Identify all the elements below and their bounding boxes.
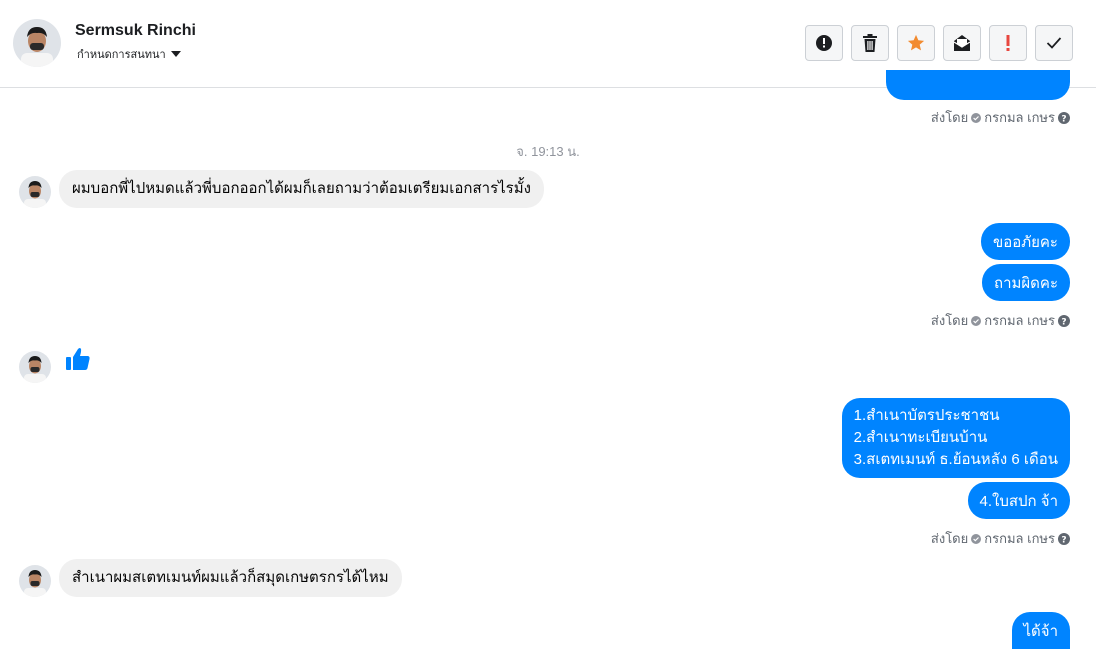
message-line: 2.สำเนาทะเบียนบ้าน: [853, 429, 988, 446]
check-icon: [1046, 37, 1062, 49]
verified-check-icon: [971, 533, 982, 544]
sender-avatar[interactable]: [19, 176, 51, 208]
alert-circle-icon: [816, 35, 832, 51]
outgoing-message-bubble[interactable]: 4.ใบสปก จ้า: [967, 482, 1070, 519]
sent-by-prefix: ส่งโดย: [930, 313, 969, 328]
action-toolbar: [805, 25, 1073, 61]
sent-by-label: ส่งโดย กรกมล เกษร ?: [931, 107, 1070, 128]
thumbs-up-icon[interactable]: [65, 346, 91, 372]
sent-by-prefix: ส่งโดย: [930, 531, 969, 546]
verified-check-icon: [971, 112, 982, 123]
star-button[interactable]: [897, 25, 935, 61]
incoming-message-bubble[interactable]: ผมบอกพี่ไปหมดแล้วพี่บอกออกได้ผมก็เลยถามว…: [59, 170, 544, 208]
mark-done-button[interactable]: [1035, 25, 1073, 61]
sent-by-name: กรกมล เกษร: [984, 531, 1055, 546]
star-icon: [907, 34, 925, 51]
svg-text:?: ?: [1061, 317, 1066, 327]
sent-by-name: กรกมล เกษร: [984, 313, 1055, 328]
outgoing-message-bubble[interactable]: ถามผิดคะ: [981, 264, 1070, 301]
outgoing-message-bubble-multiline[interactable]: 1.สำเนาบัตรประชาชน 2.สำเนาทะเบียนบ้าน 3.…: [841, 398, 1070, 478]
sent-by-prefix: ส่งโดย: [930, 110, 969, 125]
message-line: 1.สำเนาบัตรประชาชน: [853, 407, 1000, 424]
trash-icon: [863, 34, 877, 52]
help-circle-icon[interactable]: ?: [1058, 111, 1070, 124]
svg-text:?: ?: [1061, 114, 1066, 124]
caret-down-icon: [170, 51, 181, 57]
outgoing-message-bubble[interactable]: ได้จ้า: [1011, 612, 1070, 649]
mail-icon: [953, 35, 971, 51]
sent-by-label: ส่งโดย กรกมล เกษร ?: [931, 310, 1070, 331]
sent-by-label: ส่งโดย กรกมล เกษร ?: [931, 528, 1070, 549]
mark-unread-button[interactable]: [943, 25, 981, 61]
sent-by-name: กรกมล เกษร: [984, 110, 1055, 125]
message-timestamp: จ. 19:13 น.: [516, 144, 580, 159]
conversation-settings[interactable]: กำหนดการสนทนา: [77, 45, 181, 63]
mark-important-button[interactable]: [989, 25, 1027, 61]
svg-text:?: ?: [1061, 535, 1066, 545]
exclamation-icon: [1006, 35, 1010, 51]
contact-name[interactable]: Sermsuk Rinchi: [75, 22, 196, 40]
incoming-message-bubble[interactable]: สำเนาผมสเตทเมนท์ผมแล้วก็สมุดเกษตรกรได้ไห…: [59, 559, 402, 597]
message-line: 3.สเตทเมนท์ ธ.ย้อนหลัง 6 เดือน: [853, 451, 1058, 468]
sender-avatar[interactable]: [19, 351, 51, 383]
contact-avatar[interactable]: [13, 19, 61, 67]
conversation-settings-label: กำหนดการสนทนา: [77, 49, 166, 61]
help-circle-icon[interactable]: ?: [1058, 532, 1070, 545]
outgoing-message-bubble-partial[interactable]: [886, 70, 1070, 100]
outgoing-message-bubble[interactable]: ขออภัยคะ: [980, 223, 1070, 260]
help-circle-icon[interactable]: ?: [1058, 314, 1070, 327]
verified-check-icon: [971, 315, 982, 326]
mark-spam-button[interactable]: [805, 25, 843, 61]
sender-avatar[interactable]: [19, 565, 51, 597]
delete-button[interactable]: [851, 25, 889, 61]
